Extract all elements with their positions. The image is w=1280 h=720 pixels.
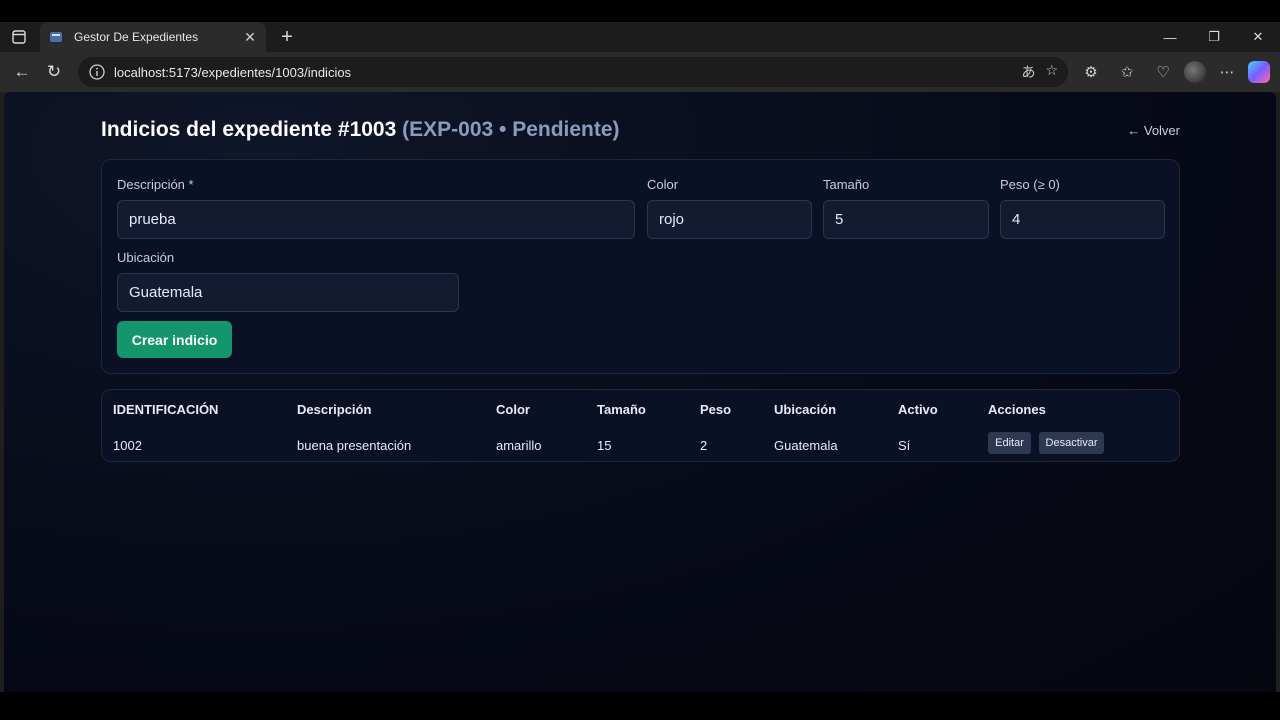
tab-strip: Gestor De Expedientes ✕ + — ❐ ✕ [0, 22, 1280, 52]
descripcion-label: Descripción * [117, 177, 194, 192]
indicios-table: IDENTIFICACIÓN Descripción Color Tamaño … [101, 389, 1180, 462]
favorites-icon[interactable]: ✩ [1112, 57, 1142, 87]
page-title: Indicios del expediente #1003 (EXP-003 •… [101, 118, 620, 142]
deactivate-button[interactable]: Desactivar [1039, 432, 1104, 454]
back-link[interactable]: ← Volver [1127, 123, 1180, 138]
browser-toolbar: ← ↻ localhost:5173/expedientes/1003/indi… [0, 52, 1280, 92]
page-header: Indicios del expediente #1003 (EXP-003 •… [101, 116, 1180, 144]
extensions-icon[interactable]: ⚙ [1076, 57, 1106, 87]
screen-top-border [0, 0, 1280, 22]
col-acciones: Acciones [988, 402, 1046, 417]
page-favicon-icon [50, 32, 62, 42]
translate-icon[interactable]: あ [1021, 62, 1035, 82]
tamano-field: Tamaño [823, 177, 989, 239]
reload-icon[interactable]: ↻ [38, 56, 70, 88]
edit-button[interactable]: Editar [988, 432, 1031, 454]
cell-color: amarillo [496, 438, 542, 453]
col-peso: Peso [700, 402, 732, 417]
browser-essentials-icon[interactable]: ♡ [1148, 57, 1178, 87]
tamano-label: Tamaño [823, 177, 870, 192]
color-input[interactable] [647, 200, 812, 239]
screen-bottom-border [0, 692, 1280, 720]
tab-title: Gestor De Expedientes [74, 30, 199, 44]
site-info-icon[interactable] [88, 63, 106, 81]
cell-activo: Sí [898, 438, 911, 453]
table-row: 1002 buena presentación amarillo 15 2 Gu… [102, 430, 1179, 460]
descripcion-input[interactable] [117, 200, 635, 239]
create-indicio-form: Descripción * Color Tamaño Peso (≥ 0) Ub… [101, 159, 1180, 374]
col-ubicacion: Ubicación [774, 402, 837, 417]
cell-ubicacion: Guatemala [774, 438, 838, 453]
table-header-row: IDENTIFICACIÓN Descripción Color Tamaño … [102, 394, 1179, 424]
more-menu-icon[interactable]: ⋯ [1212, 57, 1242, 87]
window-controls: — ❐ ✕ [1148, 22, 1280, 52]
ubicacion-label: Ubicación [117, 250, 175, 265]
page-title-main: Indicios del expediente #1003 [101, 118, 397, 141]
peso-field: Peso (≥ 0) [1000, 177, 1165, 239]
copilot-icon[interactable] [1248, 61, 1270, 83]
cell-descripcion: buena presentación [297, 438, 412, 453]
ubicacion-input[interactable] [117, 273, 459, 312]
col-color: Color [496, 402, 530, 417]
new-tab-button[interactable]: + [272, 22, 302, 52]
tamano-input[interactable] [823, 200, 989, 239]
col-activo: Activo [898, 402, 938, 417]
tab-actions-button[interactable] [0, 22, 38, 52]
color-field: Color [647, 177, 812, 239]
col-tamano: Tamaño [597, 402, 646, 417]
restore-icon[interactable]: ❐ [1192, 22, 1236, 52]
profile-avatar[interactable] [1184, 61, 1206, 83]
color-label: Color [647, 177, 679, 192]
close-window-icon[interactable]: ✕ [1236, 22, 1280, 52]
page-viewport: Indicios del expediente #1003 (EXP-003 •… [4, 92, 1276, 692]
address-bar[interactable]: localhost:5173/expedientes/1003/indicios… [78, 57, 1068, 87]
minimize-icon[interactable]: — [1148, 22, 1192, 52]
peso-label: Peso (≥ 0) [1000, 177, 1060, 192]
col-descripcion: Descripción [297, 402, 372, 417]
col-identificacion: IDENTIFICACIÓN [113, 402, 219, 417]
ubicacion-field: Ubicación [117, 250, 459, 312]
page-title-subtitle: (EXP-003 • Pendiente) [402, 118, 620, 141]
cell-id: 1002 [113, 438, 142, 453]
back-icon[interactable]: ← [6, 56, 38, 88]
tab-actions-icon [12, 30, 26, 44]
cell-peso: 2 [700, 438, 708, 453]
descripcion-field: Descripción * [117, 177, 635, 239]
close-tab-icon[interactable]: ✕ [242, 29, 258, 45]
crear-indicio-button[interactable]: Crear indicio [117, 321, 232, 358]
favorite-star-icon[interactable]: ☆ [1045, 62, 1058, 82]
url-text: localhost:5173/expedientes/1003/indicios [114, 64, 352, 80]
cell-tamano: 15 [597, 438, 612, 453]
tab-gestor[interactable]: Gestor De Expedientes ✕ [40, 22, 266, 52]
browser-window: Gestor De Expedientes ✕ + — ❐ ✕ ← ↻ loca… [0, 22, 1280, 692]
peso-input[interactable] [1000, 200, 1165, 239]
